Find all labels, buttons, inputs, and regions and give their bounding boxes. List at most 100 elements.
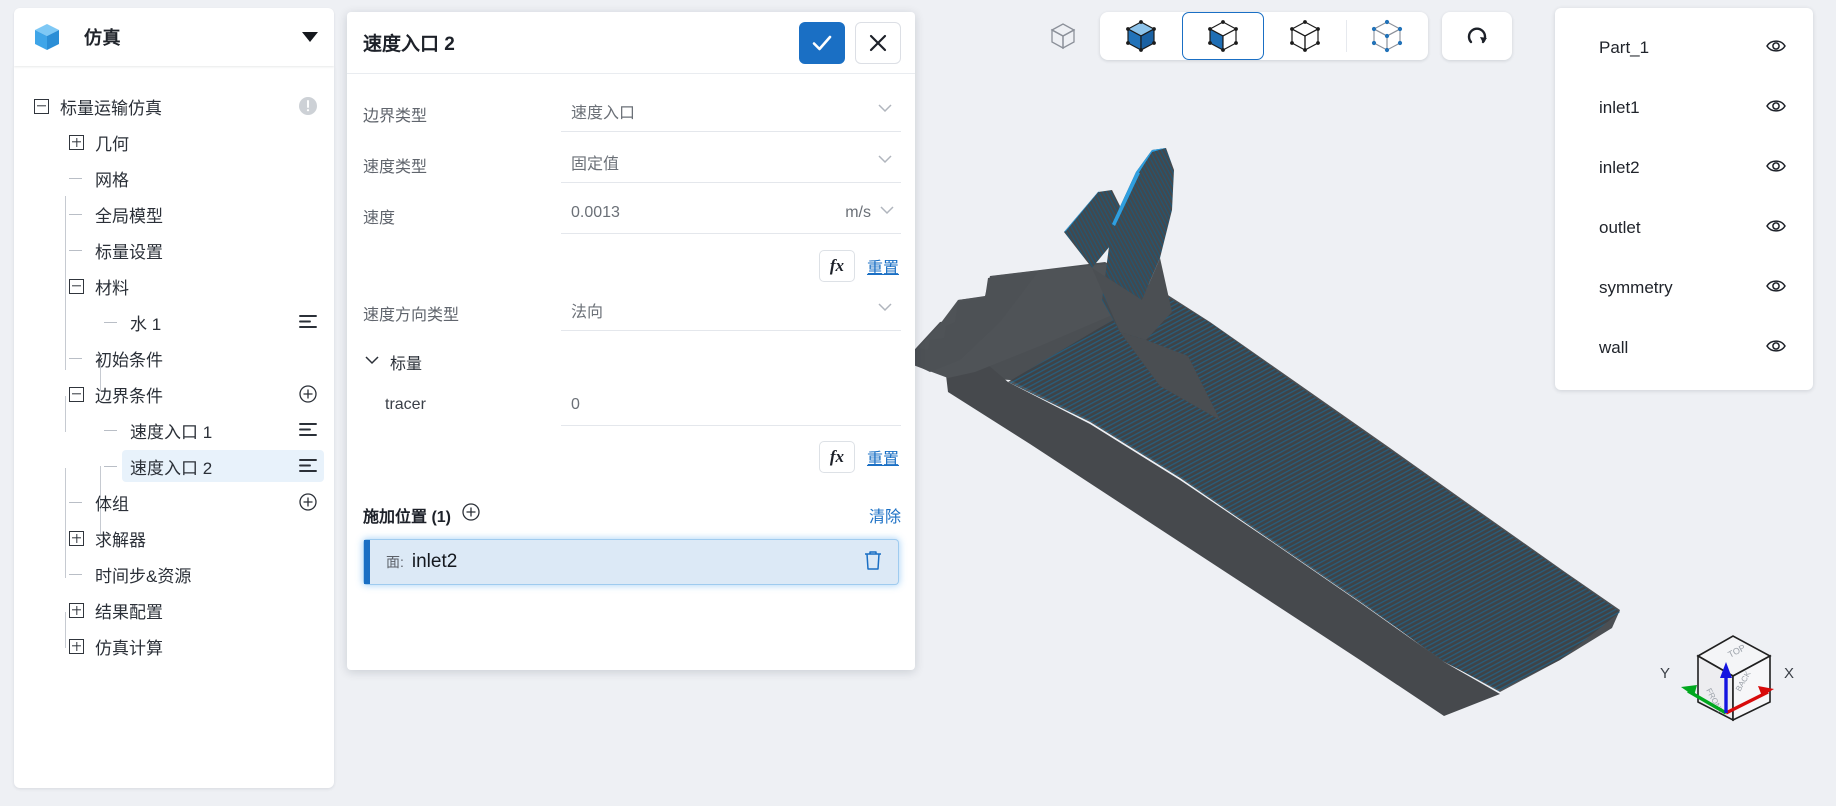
eye-icon[interactable] [1765,156,1787,181]
tree-item-2[interactable]: 网格 [14,160,334,196]
list-menu-icon[interactable] [298,313,318,331]
part-row-1[interactable]: inlet1 [1555,78,1813,138]
field-input-0[interactable]: 速度入口 [561,90,901,132]
tree-item-9[interactable]: 速度入口 1 [14,412,334,448]
tree-item-10[interactable]: 速度入口 2 [14,448,334,484]
part-row-3[interactable]: outlet [1555,198,1813,258]
part-name: inlet2 [1599,158,1640,177]
circle-plus-icon[interactable] [461,502,481,527]
scalar-section-label: 标量 [390,356,423,373]
tree-item-12[interactable]: 求解器 [14,520,334,556]
apply-item-kind: 面: [386,554,404,570]
dialog-body: 边界类型 速度入口 速度类型 固定值 速度 0.0013 m/s fx 重置 速度方向类型 … [347,74,915,670]
direction-type-label: 速度方向类型 [363,307,460,324]
tree-item-11[interactable]: 体组 [14,484,334,520]
tree-item-3[interactable]: 全局模型 [14,196,334,232]
eye-icon[interactable] [1765,336,1787,361]
collapse-toggle-icon[interactable] [69,386,84,402]
velocity-fx-button[interactable]: fx [818,250,855,282]
tree-item-7[interactable]: 初始条件 [14,340,334,376]
list-menu-icon[interactable] [298,457,318,475]
tree-item-label: 网格 [95,170,129,190]
chevron-down-icon [363,351,381,374]
field-input-2[interactable]: 0.0013 [561,192,825,234]
tree-elbow-icon [69,351,84,366]
collapse-toggle-icon[interactable] [34,98,49,114]
scalar-input-0[interactable]: 0 [561,384,901,426]
field-control-0: 速度入口 [561,90,901,132]
scalar-fx-button[interactable]: fx [818,441,855,473]
tree-item-14[interactable]: 结果配置 [14,592,334,628]
apply-location-header: 施加位置 (1) 清除 [361,502,901,527]
vertex-select-mode[interactable] [1346,12,1428,60]
body-select-mode[interactable] [1100,12,1182,60]
confirm-button[interactable] [799,21,845,64]
eye-icon[interactable] [1765,216,1787,241]
expand-toggle-icon[interactable] [69,134,84,150]
unit-select-2[interactable]: m/s [825,192,901,234]
field-input-1[interactable]: 固定值 [561,141,901,183]
field-label-2: 速度 [363,210,396,227]
list-menu-icon[interactable] [298,421,318,439]
tree-item-label: 求解器 [95,530,146,550]
gizmo-axis-y-label: Y [1660,665,1670,682]
tree-item-label: 初始条件 [95,350,163,370]
part-row-0[interactable]: Part_1 [1555,18,1813,78]
view-cube-gizmo[interactable]: TOP FRONT BACK Y X [1638,608,1828,798]
part-name: wall [1599,338,1629,357]
cube-outline-icon[interactable] [1040,13,1086,59]
velocity-reset-link[interactable]: 重置 [867,254,899,278]
circle-plus-icon[interactable] [298,384,318,404]
tree-item-1[interactable]: 几何 [14,124,334,160]
scalar-section-header[interactable]: 标量 [361,340,901,384]
tree-item-13[interactable]: 时间步&资源 [14,556,334,592]
close-icon [869,34,887,51]
eye-icon[interactable] [1765,96,1787,121]
field-row-2: 速度 0.0013 m/s [361,192,901,243]
trash-icon[interactable] [862,549,884,576]
eye-icon[interactable] [1765,36,1787,61]
rotate-reset-icon[interactable] [1442,12,1512,60]
tree-item-label: 体组 [95,494,129,514]
scalar-reset-link[interactable]: 重置 [867,445,899,469]
tree-item-15[interactable]: 仿真计算 [14,628,334,664]
edge-select-mode[interactable] [1264,12,1346,60]
tree-item-4[interactable]: 标量设置 [14,232,334,268]
direction-type-select[interactable]: 法向 [561,289,901,331]
part-row-4[interactable]: symmetry [1555,258,1813,318]
gizmo-axis-x-label: X [1784,665,1794,682]
apply-item-name: inlet2 [411,551,458,572]
part-row-2[interactable]: inlet2 [1555,138,1813,198]
warning-icon [298,96,318,116]
scalar-fx-row: fx 重置 [361,434,901,480]
tree-item-label: 速度入口 2 [130,458,213,478]
apply-location-title: 施加位置 (1) [363,508,452,526]
part-row-5[interactable]: wall [1555,318,1813,378]
tree-item-6[interactable]: 水 1 [14,304,334,340]
field-label-0: 边界类型 [363,108,428,125]
chevron-down-icon[interactable] [302,32,318,42]
clear-link[interactable]: 清除 [869,503,901,527]
eye-icon[interactable] [1765,276,1787,301]
sidebar-title: 仿真 [84,28,121,48]
expand-toggle-icon[interactable] [69,638,84,654]
tree-item-0[interactable]: 标量运输仿真 [14,88,334,124]
collapse-toggle-icon[interactable] [69,278,84,294]
part-name: outlet [1599,218,1641,237]
parts-panel: Part_1 inlet1 inlet2 outlet symmetry wall [1555,8,1813,390]
apply-item-0[interactable]: 面: inlet2 [364,540,898,584]
circle-plus-icon[interactable] [298,492,318,512]
expand-toggle-icon[interactable] [69,602,84,618]
cancel-button[interactable] [855,21,901,64]
sidebar-header[interactable]: 仿真 [14,8,334,66]
part-name: inlet1 [1599,98,1640,117]
direction-type-row: 速度方向类型 法向 [361,289,901,340]
tree-item-5[interactable]: 材料 [14,268,334,304]
face-select-mode[interactable] [1182,12,1264,60]
dialog-title: 速度入口 2 [363,34,455,55]
tree-elbow-icon [69,207,84,222]
tree-item-8[interactable]: 边界条件 [14,376,334,412]
tree-item-label: 仿真计算 [95,638,163,658]
expand-toggle-icon[interactable] [69,530,84,546]
scalar-row-0: tracer 0 [361,384,901,434]
